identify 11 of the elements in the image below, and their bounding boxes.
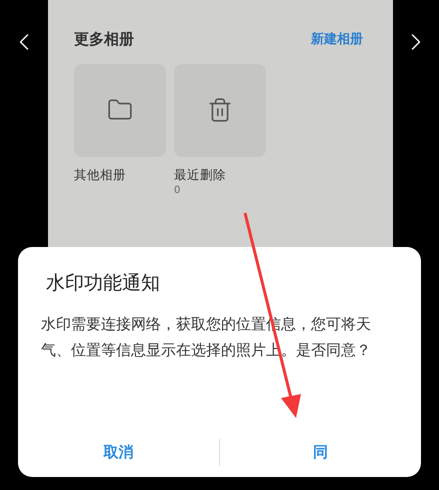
new-album-link[interactable]: 新建相册 [311,30,363,49]
album-tile[interactable] [74,64,166,156]
dialog-title: 水印功能通知 [46,271,160,296]
album-count: 0 [174,184,180,198]
album-name: 其他相册 [74,166,127,184]
dialog-button[interactable]: 取消 [96,440,142,464]
album-name: 最近删除 [174,166,227,184]
section-title: 更多相册 [74,29,134,50]
trash-icon [207,97,233,123]
dialog-button[interactable]: 同 [305,440,336,464]
album-tile[interactable] [174,64,266,156]
